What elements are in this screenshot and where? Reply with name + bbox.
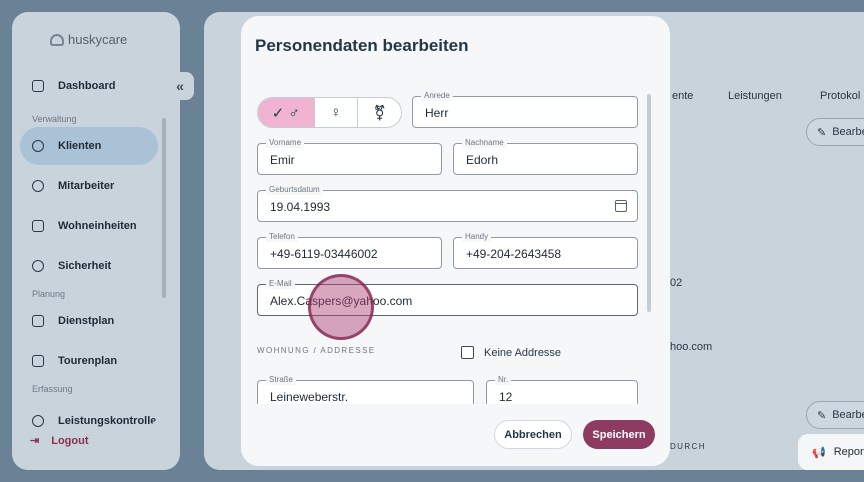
- logout-icon: ⇥: [30, 435, 40, 447]
- edit-button-2[interactable]: ✎ Bearbe: [806, 401, 864, 429]
- bg-phone-fragment: 02: [670, 277, 683, 289]
- sidebar-item-label: Wohneinheiten: [58, 220, 137, 232]
- geburtsdatum-label: Geburtsdatum: [266, 185, 323, 195]
- sidebar-item-klienten[interactable]: Klienten: [20, 127, 158, 165]
- gender-female-option[interactable]: ♀: [313, 98, 358, 127]
- collapse-sidebar-button[interactable]: «: [166, 72, 194, 100]
- sidebar-item-label: Klienten: [58, 140, 102, 152]
- chevron-double-left-icon: «: [176, 78, 184, 94]
- checklist-icon: [32, 415, 44, 427]
- megaphone-icon: 📢: [812, 446, 826, 459]
- sidebar-scrollbar[interactable]: [162, 118, 166, 298]
- vorname-field[interactable]: Vorname Emir: [257, 138, 442, 175]
- vorname-label: Vorname: [266, 138, 305, 148]
- bg-section-fragment: DURCH: [670, 442, 706, 451]
- telefon-field[interactable]: Telefon +49-6119-03446002: [257, 232, 442, 269]
- edit-person-dialog: Personendaten bearbeiten ✓ ♂ ♀ ⚧ Anrede …: [241, 16, 670, 466]
- handy-field[interactable]: Handy +49-204-2643458: [453, 232, 638, 269]
- sidebar-item-leistungskontrolle[interactable]: Leistungskontrolle: [20, 397, 158, 427]
- logo-text: huskycare: [68, 32, 128, 47]
- sidebar-section-erfassung: Erfassung: [32, 384, 73, 394]
- bg-email-fragment: hoo.com: [670, 341, 713, 353]
- sidebar-item-sicherheit[interactable]: Sicherheit: [20, 247, 158, 285]
- flag-icon: [32, 355, 44, 367]
- cancel-button[interactable]: Abbrechen: [494, 420, 572, 449]
- edit-button[interactable]: ✎ Bearbe: [806, 118, 864, 146]
- housing-icon: [32, 220, 44, 232]
- edit-button-label: Bearbe: [832, 126, 864, 138]
- address-section-heading: WOHNUNG / ADDRESSE: [257, 346, 376, 355]
- pencil-icon: ✎: [817, 126, 827, 139]
- sidebar-item-label: Dienstplan: [58, 315, 115, 327]
- nachname-label: Nachname: [462, 138, 507, 148]
- gender-male-option[interactable]: ✓ ♂: [258, 98, 314, 127]
- anrede-field[interactable]: Anrede Herr: [412, 91, 638, 128]
- calendar-icon: [32, 315, 44, 327]
- save-button[interactable]: Speichern: [583, 420, 655, 449]
- anrede-value: Herr: [425, 106, 449, 120]
- sidebar-section-planung: Planung: [32, 289, 66, 299]
- dashboard-icon: [32, 80, 44, 92]
- calendar-icon[interactable]: [615, 200, 627, 212]
- nr-value: 12: [499, 390, 513, 404]
- app-logo: huskycare: [50, 32, 127, 47]
- gender-diverse-option[interactable]: ⚧: [357, 98, 401, 127]
- shield-icon: [32, 260, 44, 272]
- sidebar-item-label: Dashboard: [58, 80, 116, 92]
- nachname-value: Edorh: [466, 153, 499, 167]
- sidebar-section-verwaltung: Verwaltung: [32, 114, 77, 124]
- no-address-checkbox-row[interactable]: Keine Addresse: [461, 346, 561, 359]
- sidebar-item-label: Leistungskontrolle: [58, 415, 157, 427]
- sidebar-item-mitarbeiter[interactable]: Mitarbeiter: [20, 167, 158, 205]
- nachname-field[interactable]: Nachname Edorh: [453, 138, 638, 175]
- strasse-label: Straße: [266, 375, 297, 385]
- gender-toggle-group: ✓ ♂ ♀ ⚧: [257, 97, 402, 128]
- sidebar-item-dienstplan[interactable]: Dienstplan: [20, 302, 158, 340]
- sidebar-item-wohneinheiten[interactable]: Wohneinheiten: [20, 207, 158, 245]
- dialog-title: Personendaten bearbeiten: [255, 36, 469, 55]
- handy-label: Handy: [462, 232, 492, 242]
- sidebar-item-label: Sicherheit: [58, 260, 112, 272]
- strasse-value: Leineweberstr.: [270, 390, 349, 404]
- touch-indicator: [308, 274, 374, 340]
- sidebar-item-label: Mitarbeiter: [58, 180, 115, 192]
- sidebar-item-tourenplan[interactable]: Tourenplan: [20, 342, 158, 380]
- sidebar-item-dashboard[interactable]: Dashboard: [20, 67, 158, 105]
- handy-value: +49-204-2643458: [466, 247, 562, 261]
- employee-icon: [32, 180, 44, 192]
- husky-logo-icon: [50, 33, 64, 46]
- nr-label: Nr.: [495, 375, 512, 385]
- anrede-label: Anrede: [421, 91, 453, 101]
- report-button[interactable]: 📢 Report a: [798, 434, 864, 470]
- logout-button[interactable]: ⇥ Logout: [30, 434, 89, 448]
- clients-icon: [32, 140, 44, 152]
- dialog-scrollbar[interactable]: [647, 94, 651, 312]
- no-address-checkbox[interactable]: [461, 346, 474, 359]
- geburtsdatum-field[interactable]: Geburtsdatum 19.04.1993: [257, 185, 638, 222]
- tab-leistungen[interactable]: Leistungen: [728, 90, 782, 102]
- tab-protokoll[interactable]: Protokol: [820, 90, 860, 102]
- report-label: Report a: [833, 446, 864, 458]
- sidebar-item-label: Tourenplan: [58, 355, 118, 367]
- edit-button-label: Bearbe: [832, 409, 864, 421]
- no-address-label: Keine Addresse: [484, 346, 562, 359]
- email-label: E-Mail: [266, 279, 295, 289]
- telefon-label: Telefon: [266, 232, 298, 242]
- pencil-icon: ✎: [817, 409, 827, 422]
- vorname-value: Emir: [270, 153, 295, 167]
- geburtsdatum-value: 19.04.1993: [270, 200, 331, 214]
- telefon-value: +49-6119-03446002: [270, 247, 378, 261]
- tab-dokumente[interactable]: ente: [672, 90, 693, 102]
- logout-label: Logout: [51, 434, 89, 447]
